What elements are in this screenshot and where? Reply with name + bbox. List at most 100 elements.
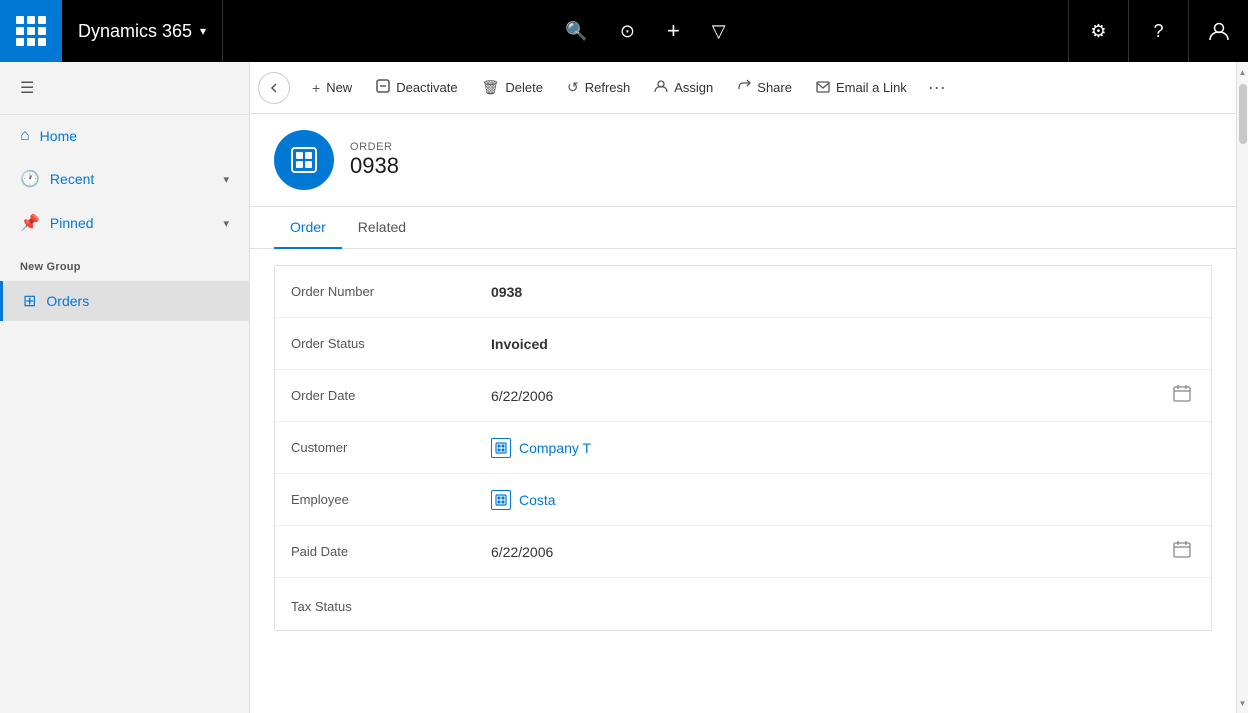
- paid-date-value: 6/22/2006: [491, 544, 1169, 560]
- filter-icon[interactable]: ▽: [704, 13, 734, 50]
- more-commands-button[interactable]: ···: [921, 72, 953, 104]
- pinned-chevron-icon: ▾: [223, 217, 229, 230]
- recent-apps-icon[interactable]: ⊙: [612, 13, 643, 50]
- pinned-icon: 📌: [20, 213, 40, 233]
- customer-label: Customer: [291, 440, 491, 455]
- recent-icon: 🕐: [20, 169, 40, 189]
- refresh-label: Refresh: [585, 80, 631, 95]
- form-row-customer: Customer Company T: [275, 422, 1211, 474]
- refresh-button[interactable]: ↺ Refresh: [557, 70, 640, 106]
- order-date-label: Order Date: [291, 388, 491, 403]
- employee-value[interactable]: Costa: [491, 490, 1195, 510]
- new-button[interactable]: + New: [302, 70, 362, 106]
- tax-status-label: Tax Status: [291, 599, 491, 614]
- order-number-label: Order Number: [291, 284, 491, 299]
- new-label: New: [326, 80, 352, 95]
- customer-field-icon: [491, 438, 511, 458]
- form-row-tax-status: Tax Status: [275, 578, 1211, 630]
- add-icon[interactable]: +: [659, 10, 688, 52]
- share-label: Share: [757, 80, 792, 95]
- record-header: ORDER 0938: [250, 114, 1236, 207]
- main-layout: ☰ ⌂ Home 🕐 Recent ▾ 📌 Pinned ▾ New Group…: [0, 62, 1248, 713]
- form-row-order-number: Order Number 0938: [275, 266, 1211, 318]
- sidebar-orders-label: Orders: [46, 293, 89, 309]
- user-profile-button[interactable]: [1188, 0, 1248, 62]
- recent-chevron-icon: ▾: [223, 173, 229, 186]
- form-section: Order Number 0938 Order Status Invoiced …: [274, 265, 1212, 631]
- deactivate-label: Deactivate: [396, 80, 457, 95]
- sidebar-item-orders[interactable]: ⊞ Orders: [0, 281, 249, 321]
- record-name: 0938: [350, 153, 399, 179]
- top-nav-right: ⚙ ?: [1068, 0, 1248, 62]
- order-date-calendar-icon[interactable]: [1169, 380, 1195, 411]
- order-status-value: Invoiced: [491, 336, 1195, 352]
- app-title-chevron: ▾: [200, 24, 206, 38]
- scroll-up-arrow[interactable]: ▲: [1237, 62, 1248, 82]
- app-title-area[interactable]: Dynamics 365 ▾: [62, 0, 223, 62]
- share-button[interactable]: Share: [727, 70, 802, 106]
- record-type-label: ORDER: [350, 141, 399, 153]
- tab-related[interactable]: Related: [342, 207, 422, 249]
- help-button[interactable]: ?: [1128, 0, 1188, 62]
- paid-date-calendar-icon[interactable]: [1169, 536, 1195, 567]
- back-button[interactable]: [258, 72, 290, 104]
- delete-button[interactable]: 🗑 Delete: [472, 70, 553, 106]
- sidebar-item-home[interactable]: ⌂ Home: [0, 115, 249, 157]
- form-row-employee: Employee Costa: [275, 474, 1211, 526]
- waffle-icon: [16, 16, 46, 46]
- content-area: + New Deactivate 🗑 Delete ↺ Refresh: [250, 62, 1236, 713]
- deactivate-icon: [376, 79, 390, 96]
- assign-label: Assign: [674, 80, 713, 95]
- sidebar-home-label: Home: [40, 128, 229, 144]
- sidebar: ☰ ⌂ Home 🕐 Recent ▾ 📌 Pinned ▾ New Group…: [0, 62, 250, 713]
- sidebar-top: ☰: [0, 62, 249, 115]
- order-number-value: 0938: [491, 284, 1195, 300]
- delete-icon: 🗑: [482, 79, 500, 96]
- app-launcher[interactable]: [0, 0, 62, 62]
- sidebar-recent-label: Recent: [50, 171, 214, 187]
- record-title-area: ORDER 0938: [350, 141, 399, 179]
- form-content: Order Number 0938 Order Status Invoiced …: [250, 249, 1236, 713]
- scroll-down-arrow[interactable]: ▼: [1237, 693, 1248, 713]
- customer-value[interactable]: Company T: [491, 438, 1195, 458]
- employee-name: Costa: [519, 492, 556, 508]
- new-icon: +: [312, 80, 320, 96]
- employee-field-icon: [491, 490, 511, 510]
- tab-order[interactable]: Order: [274, 207, 342, 249]
- paid-date-label: Paid Date: [291, 544, 491, 559]
- refresh-icon: ↺: [567, 79, 579, 96]
- record-tabs: Order Related: [250, 207, 1236, 249]
- top-navigation: Dynamics 365 ▾ 🔍 ⊙ + ▽ ⚙ ?: [0, 0, 1248, 62]
- form-row-order-date: Order Date 6/22/2006: [275, 370, 1211, 422]
- email-icon: [816, 80, 830, 96]
- sidebar-group-label: New Group: [0, 245, 249, 281]
- form-row-order-status: Order Status Invoiced: [275, 318, 1211, 370]
- user-profile-icon: [1208, 20, 1230, 42]
- command-bar: + New Deactivate 🗑 Delete ↺ Refresh: [250, 62, 1236, 114]
- scroll-thumb[interactable]: [1239, 84, 1247, 144]
- record-avatar-icon: [289, 145, 319, 175]
- hamburger-button[interactable]: ☰: [16, 74, 38, 102]
- vertical-scrollbar[interactable]: ▲ ▼: [1236, 62, 1248, 713]
- home-icon: ⌂: [20, 127, 30, 145]
- sidebar-item-recent[interactable]: 🕐 Recent ▾: [0, 157, 249, 201]
- email-link-label: Email a Link: [836, 80, 907, 95]
- deactivate-button[interactable]: Deactivate: [366, 70, 467, 106]
- email-link-button[interactable]: Email a Link: [806, 70, 917, 106]
- order-status-label: Order Status: [291, 336, 491, 351]
- order-date-value: 6/22/2006: [491, 388, 1169, 404]
- assign-icon: [654, 79, 668, 96]
- customer-name: Company T: [519, 440, 591, 456]
- employee-label: Employee: [291, 492, 491, 507]
- search-icon[interactable]: 🔍: [557, 13, 595, 50]
- app-title: Dynamics 365: [78, 21, 192, 42]
- record-avatar: [274, 130, 334, 190]
- top-nav-center: 🔍 ⊙ + ▽: [223, 10, 1068, 52]
- assign-button[interactable]: Assign: [644, 70, 723, 106]
- back-arrow-icon: [268, 82, 280, 94]
- delete-label: Delete: [505, 80, 543, 95]
- share-icon: [737, 79, 751, 96]
- settings-button[interactable]: ⚙: [1068, 0, 1128, 62]
- sidebar-item-pinned[interactable]: 📌 Pinned ▾: [0, 201, 249, 245]
- orders-icon: ⊞: [23, 291, 36, 311]
